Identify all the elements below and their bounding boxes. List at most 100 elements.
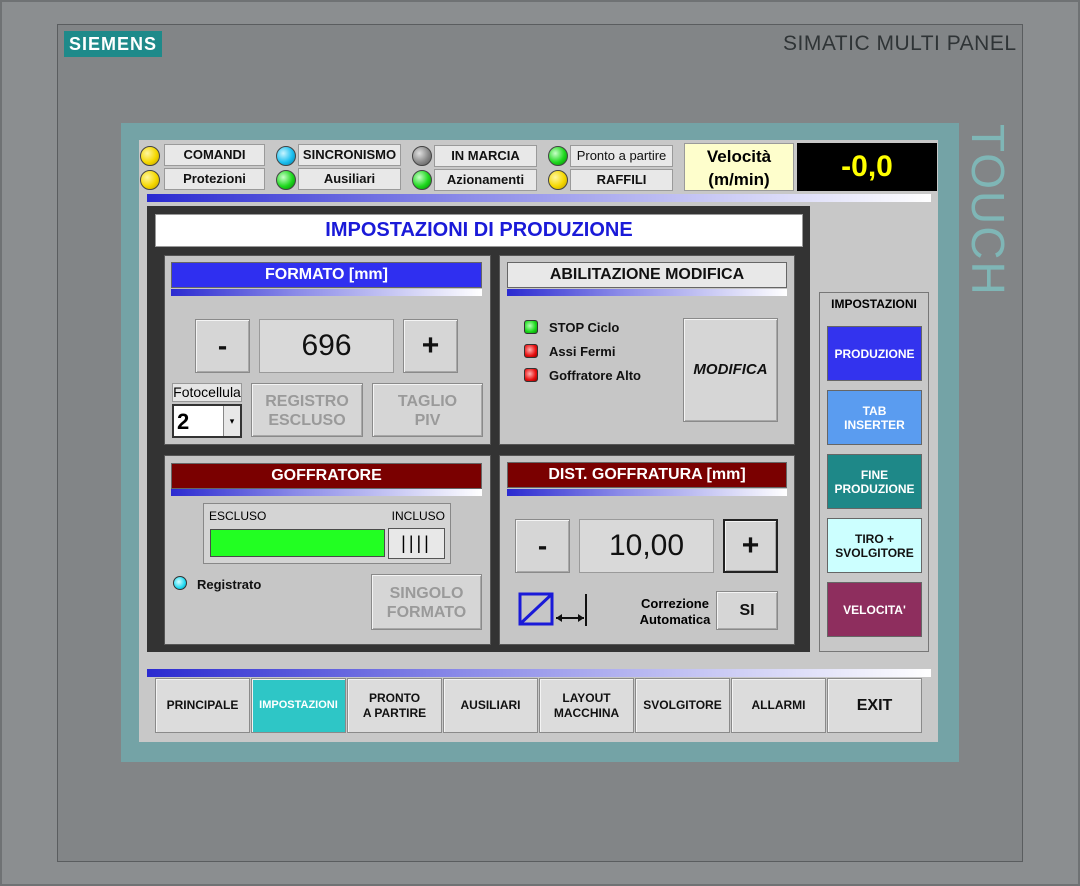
goffratore-alto-led-icon (524, 368, 538, 382)
ausiliari-indicator-icon (276, 170, 296, 190)
dist-minus-button[interactable]: - (515, 519, 570, 573)
modifica-button[interactable]: MODIFICA (683, 318, 778, 422)
nav-line1: SVOLGITORE (643, 698, 722, 712)
abilitazione-gradient-bar (507, 289, 787, 296)
siemens-logo: SIEMENS (64, 31, 162, 57)
correzione-line2: Automatica (639, 612, 711, 627)
brand-label: SIMATIC MULTI PANEL (783, 32, 1017, 55)
fotocellula-label: Fotocellula (172, 383, 242, 402)
dist-goffratura-header: DIST. GOFFRATURA [mm] (507, 462, 787, 488)
pronto-indicator-icon (548, 146, 568, 166)
registro-line2: ESCLUSO (268, 412, 346, 429)
nav-layout-macchina[interactable]: LAYOUT MACCHINA (539, 678, 634, 733)
in-marcia-indicator-icon (412, 146, 432, 166)
escluso-label: ESCLUSO (209, 509, 267, 523)
registrato-led-icon (173, 576, 187, 590)
nav-line1: PRINCIPALE (166, 698, 239, 712)
switch-track (210, 529, 385, 557)
status-ausiliari: Ausiliari (298, 168, 401, 190)
correzione-label: Correzione Automatica (636, 596, 714, 628)
top-gradient-bar (147, 194, 931, 202)
raffili-indicator-icon (548, 170, 568, 190)
nav-line2: MACCHINA (553, 705, 620, 720)
velocity-label-line1: Velocità (706, 147, 772, 166)
status-pronto-a-partire: Pronto a partire (570, 145, 673, 167)
velocity-label: Velocità (m/min) (684, 143, 794, 191)
taglio-piv-button[interactable]: TAGLIO PIV (372, 383, 483, 437)
registrato-label: Registrato (197, 577, 262, 592)
side-tiro-svolgitore-button[interactable]: TIRO + SVOLGITORE (827, 518, 922, 573)
correzione-line1: Correzione (641, 596, 709, 611)
nav-line1: ALLARMI (751, 698, 806, 712)
side-fine-produzione-button[interactable]: FINE PRODUZIONE (827, 454, 922, 509)
singolo-line2: FORMATO (386, 604, 467, 621)
correction-diagram-icon (518, 592, 587, 626)
singolo-line1: SINGOLO (389, 585, 464, 602)
nav-line1: EXIT (856, 697, 893, 714)
abilitazione-header: ABILITAZIONE MODIFICA (507, 262, 787, 288)
status-protezioni: Protezioni (164, 168, 265, 190)
nav-impostazioni[interactable]: IMPOSTAZIONI (251, 678, 346, 733)
nav-line1: AUSILIARI (460, 698, 521, 712)
nav-line2: A PARTIRE (362, 705, 427, 720)
formato-gradient-bar (171, 289, 482, 296)
side-btn-line1: PRODUZIONE (834, 346, 915, 361)
nav-principale[interactable]: PRINCIPALE (155, 678, 250, 733)
side-btn-line2: SVOLGITORE (835, 545, 914, 560)
goffratore-alto-label: Goffratore Alto (549, 368, 641, 383)
velocity-value: -0,0 (797, 143, 937, 191)
side-btn-line2: PRODUZIONE (834, 481, 915, 496)
nav-line1: PRONTO (368, 690, 421, 705)
dist-plus-button[interactable]: + (723, 519, 778, 573)
status-comandi: COMANDI (164, 144, 265, 166)
nav-line1: LAYOUT (562, 690, 611, 705)
velocity-label-line2: (m/min) (708, 170, 770, 189)
stop-ciclo-led-icon (524, 320, 538, 334)
bottom-gradient-bar (147, 669, 931, 677)
formato-header: FORMATO [mm] (171, 262, 482, 288)
nav-allarmi[interactable]: ALLARMI (731, 678, 826, 733)
fotocellula-select[interactable]: 2 ▾ (172, 404, 242, 438)
nav-line1: IMPOSTAZIONI (259, 699, 338, 711)
switch-handle-icon[interactable]: |||| (388, 528, 445, 559)
stop-ciclo-label: STOP Ciclo (549, 320, 620, 335)
side-produzione-button[interactable]: PRODUZIONE (827, 326, 922, 381)
goffratore-header: GOFFRATORE (171, 463, 482, 489)
registro-line1: REGISTRO (265, 393, 349, 410)
status-in-marcia: IN MARCIA (434, 145, 537, 167)
nav-exit[interactable]: EXIT (827, 678, 922, 733)
taglio-line1: TAGLIO (397, 393, 458, 410)
nav-pronto-a-partire[interactable]: PRONTO A PARTIRE (347, 678, 442, 733)
azionamenti-indicator-icon (412, 170, 432, 190)
side-btn-line1: VELOCITA' (843, 602, 906, 617)
formato-value[interactable]: 696 (259, 319, 394, 373)
goffratore-switch[interactable]: ESCLUSO INCLUSO |||| (203, 503, 451, 564)
sincronismo-indicator-icon (276, 146, 296, 166)
side-btn-line2: INSERTER (844, 417, 905, 432)
chevron-down-icon[interactable]: ▾ (223, 406, 240, 436)
formato-plus-button[interactable]: + (403, 319, 458, 373)
nav-svolgitore[interactable]: SVOLGITORE (635, 678, 730, 733)
side-tab-inserter-button[interactable]: TAB INSERTER (827, 390, 922, 445)
dist-gradient-bar (507, 489, 787, 496)
dist-value[interactable]: 10,00 (579, 519, 714, 573)
taglio-line2: PIV (414, 412, 441, 429)
assi-fermi-led-icon (524, 344, 538, 358)
assi-fermi-label: Assi Fermi (549, 344, 616, 359)
page-title: IMPOSTAZIONI DI PRODUZIONE (155, 214, 803, 247)
side-btn-line1: TIRO + (854, 531, 894, 546)
touch-label: TOUCH (962, 124, 1014, 297)
si-button[interactable]: SI (716, 591, 778, 630)
side-btn-line1: TAB (862, 403, 887, 418)
side-btn-line1: FINE (860, 467, 889, 482)
singolo-formato-button[interactable]: SINGOLO FORMATO (371, 574, 482, 630)
registro-escluso-button[interactable]: REGISTRO ESCLUSO (251, 383, 363, 437)
fotocellula-value: 2 (177, 409, 190, 434)
side-velocita-button[interactable]: VELOCITA' (827, 582, 922, 637)
protezioni-indicator-icon (140, 170, 160, 190)
goffratore-gradient-bar (171, 489, 482, 496)
status-sincronismo: SINCRONISMO (298, 144, 401, 166)
status-raffili: RAFFILI (570, 169, 673, 191)
formato-minus-button[interactable]: - (195, 319, 250, 373)
nav-ausiliari[interactable]: AUSILIARI (443, 678, 538, 733)
